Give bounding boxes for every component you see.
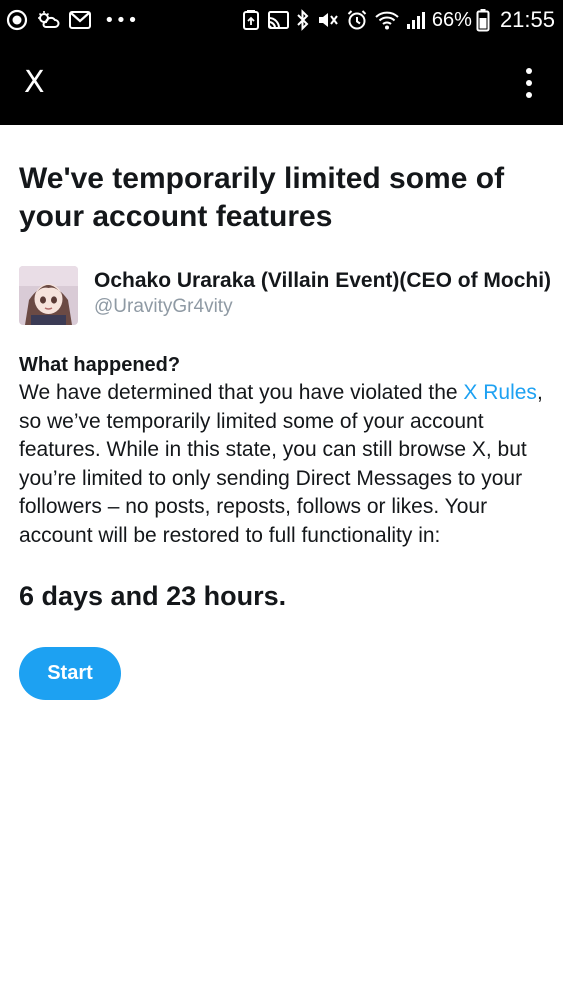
storage-icon — [242, 9, 260, 31]
gmail-icon — [68, 10, 92, 30]
account-card: Ochako Uraraka (Villain Event)(CEO of Mo… — [19, 266, 552, 325]
clock-time: 21:55 — [499, 7, 555, 32]
display-name: Ochako Uraraka (Villain Event)(CEO of Mo… — [94, 269, 552, 292]
circle-check-icon — [6, 9, 28, 31]
more-dots-icon: ••• — [104, 9, 139, 31]
start-button[interactable]: Start — [19, 646, 121, 700]
explanation-text-end: , so we’ve temporarily limited some of y… — [19, 381, 543, 547]
explanation-text-start: We have determined that you have violate… — [19, 381, 464, 404]
restriction-countdown: 6 days and 23 hours. — [19, 580, 287, 611]
bluetooth-icon — [296, 9, 310, 31]
status-bar: ••• 66% 21:55 — [0, 0, 563, 40]
account-handle: @UravityGr4vity — [94, 296, 233, 317]
limited-notice: We've temporarily limited some of your a… — [19, 160, 552, 700]
x-logo: X — [24, 65, 45, 100]
signal-icon — [406, 9, 426, 31]
avatar — [19, 266, 78, 325]
overflow-menu-icon[interactable] — [519, 63, 539, 103]
mute-icon — [316, 9, 340, 31]
explanation-text: We have determined that you have violate… — [19, 379, 549, 551]
page-title: We've temporarily limited some of your a… — [19, 162, 505, 233]
battery-icon — [476, 8, 490, 32]
weather-icon — [36, 9, 60, 31]
what-happened-label: What happened? — [19, 354, 181, 376]
status-bar-right: 66% 21:55 — [242, 7, 555, 33]
wifi-icon — [374, 9, 400, 31]
status-bar-left: ••• — [6, 9, 139, 31]
x-rules-link[interactable]: X Rules — [463, 381, 537, 404]
cast-icon — [266, 9, 290, 31]
battery-percent: 66% — [431, 8, 472, 31]
alarm-icon — [346, 9, 368, 31]
app-bar: X — [0, 40, 563, 125]
